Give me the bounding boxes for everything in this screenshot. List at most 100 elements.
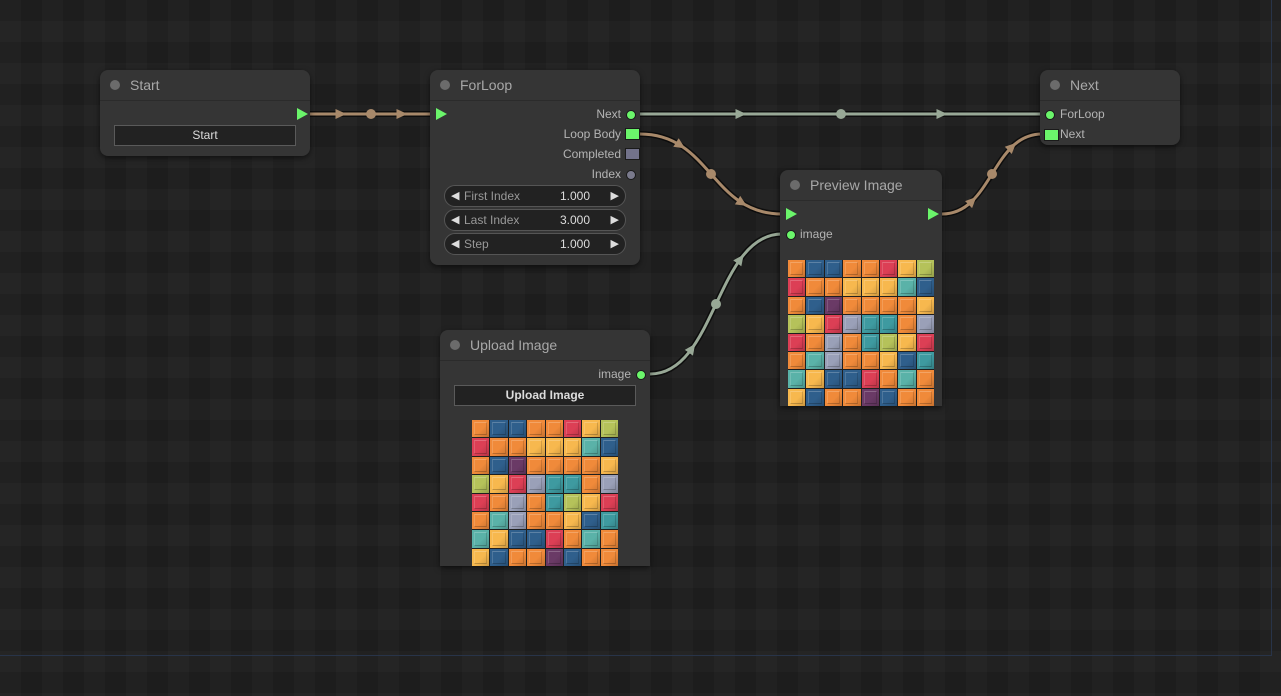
- link-preview-to-next-center-dot[interactable]: [987, 169, 997, 179]
- output-index-slot[interactable]: [626, 170, 636, 180]
- output-completed-label: Completed: [562, 147, 621, 161]
- mosaic-tile: [861, 278, 879, 296]
- decrement-arrow-icon[interactable]: ◀: [451, 189, 459, 202]
- collapse-dot-icon[interactable]: [450, 340, 460, 350]
- node-start-header[interactable]: Start: [100, 70, 310, 101]
- mosaic-tile: [879, 260, 898, 278]
- widget-value[interactable]: 3.000: [560, 213, 590, 227]
- mosaic-tile: [788, 296, 806, 315]
- mosaic-tile: [508, 511, 527, 530]
- collapse-dot-icon[interactable]: [440, 80, 450, 90]
- link-start-to-forloop-direction-arrow-icon: [335, 109, 347, 119]
- collapse-dot-icon[interactable]: [790, 180, 800, 190]
- mosaic-tile: [600, 420, 618, 438]
- mosaic-tile: [916, 315, 934, 333]
- node-forloop[interactable]: ForLoop Next Loop Body Completed Index ◀…: [430, 70, 640, 265]
- node-next-header[interactable]: Next: [1040, 70, 1180, 101]
- exec-input-icon[interactable]: [786, 208, 797, 220]
- link-start-to-forloop-direction-arrow-icon: [396, 109, 408, 119]
- mosaic-tile: [600, 548, 618, 566]
- step-widget[interactable]: ◀ Step 1.000 ▶: [444, 233, 626, 255]
- mosaic-tile: [898, 370, 916, 388]
- mosaic-tile: [545, 475, 563, 493]
- mosaic-tile: [472, 511, 490, 530]
- mosaic-tile: [600, 456, 618, 475]
- mosaic-tile: [600, 511, 618, 530]
- mosaic-tile: [472, 420, 490, 438]
- mosaic-tile: [490, 438, 508, 456]
- node-preview-header[interactable]: Preview Image: [780, 170, 942, 201]
- decrement-arrow-icon[interactable]: ◀: [451, 237, 459, 250]
- input-next-slot[interactable]: [1044, 129, 1059, 141]
- mosaic-tile: [788, 370, 806, 388]
- node-forloop-header[interactable]: ForLoop: [430, 70, 640, 101]
- increment-arrow-icon[interactable]: ▶: [611, 189, 619, 202]
- mosaic-tile: [879, 370, 898, 388]
- mosaic-tile: [861, 296, 879, 315]
- mosaic-tile: [861, 260, 879, 278]
- mosaic-tile: [824, 388, 843, 406]
- mosaic-tile: [861, 351, 879, 370]
- output-completed-slot[interactable]: [625, 148, 640, 160]
- link-start-to-forloop-center-dot[interactable]: [366, 109, 376, 119]
- widget-value[interactable]: 1.000: [560, 189, 590, 203]
- mosaic-tile: [898, 278, 916, 296]
- node-upload-image[interactable]: Upload Image image Upload Image: [440, 330, 650, 566]
- output-image-slot[interactable]: [636, 370, 646, 380]
- mosaic-tile: [563, 548, 582, 566]
- mosaic-tile: [916, 370, 934, 388]
- start-button[interactable]: Start: [114, 125, 296, 146]
- mosaic-tile: [563, 420, 582, 438]
- mosaic-tile: [472, 493, 490, 511]
- mosaic-tile: [806, 278, 824, 296]
- widget-value[interactable]: 1.000: [560, 237, 590, 251]
- exec-input-icon[interactable]: [436, 108, 447, 120]
- input-image-slot[interactable]: [786, 230, 796, 240]
- mosaic-tile: [490, 456, 508, 475]
- first-index-widget[interactable]: ◀ First Index 1.000 ▶: [444, 185, 626, 207]
- mosaic-tile: [788, 278, 806, 296]
- output-loop-body-slot[interactable]: [625, 128, 640, 140]
- mosaic-tile: [824, 296, 843, 315]
- link-forloop-next-to-next-center-dot[interactable]: [836, 109, 846, 119]
- upload-image-button[interactable]: Upload Image: [454, 385, 636, 406]
- mosaic-tile: [527, 511, 545, 530]
- mosaic-tile: [806, 333, 824, 351]
- mosaic-tile: [527, 475, 545, 493]
- mosaic-tile: [600, 530, 618, 548]
- node-title: Start: [130, 77, 160, 93]
- increment-arrow-icon[interactable]: ▶: [611, 237, 619, 250]
- exec-output-icon[interactable]: [297, 108, 308, 120]
- mosaic-tile: [472, 456, 490, 475]
- uploaded-image-thumbnail: [472, 420, 618, 566]
- mosaic-tile: [824, 370, 843, 388]
- node-start[interactable]: Start Start: [100, 70, 310, 156]
- node-next[interactable]: Next ForLoop Next: [1040, 70, 1180, 145]
- mosaic-tile: [527, 420, 545, 438]
- input-next-label: Next: [1060, 127, 1085, 141]
- mosaic-tile: [600, 493, 618, 511]
- collapse-dot-icon[interactable]: [1050, 80, 1060, 90]
- output-next-slot[interactable]: [626, 110, 636, 120]
- exec-output-icon[interactable]: [928, 208, 939, 220]
- node-preview-image[interactable]: Preview Image image: [780, 170, 942, 406]
- node-title: Preview Image: [810, 177, 903, 193]
- mosaic-tile: [861, 370, 879, 388]
- mosaic-tile: [916, 351, 934, 370]
- decrement-arrow-icon[interactable]: ◀: [451, 213, 459, 226]
- mosaic-tile: [600, 475, 618, 493]
- mosaic-tile: [582, 438, 600, 456]
- mosaic-tile: [582, 530, 600, 548]
- link-loopbody-to-preview-center-dot[interactable]: [706, 168, 716, 179]
- mosaic-tile: [898, 296, 916, 315]
- link-upload-to-preview-center-dot[interactable]: [711, 298, 721, 309]
- collapse-dot-icon[interactable]: [110, 80, 120, 90]
- node-upload-header[interactable]: Upload Image: [440, 330, 650, 361]
- mosaic-tile: [898, 260, 916, 278]
- mosaic-tile: [582, 493, 600, 511]
- increment-arrow-icon[interactable]: ▶: [611, 213, 619, 226]
- input-forloop-slot[interactable]: [1045, 110, 1055, 120]
- mosaic-tile: [472, 475, 490, 493]
- last-index-widget[interactable]: ◀ Last Index 3.000 ▶: [444, 209, 626, 231]
- output-image-label: image: [598, 367, 631, 381]
